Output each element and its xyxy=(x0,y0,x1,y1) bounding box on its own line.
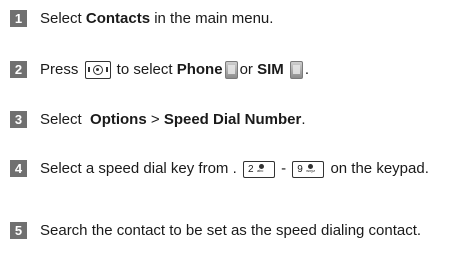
key-9-icon: 9 wxyz xyxy=(292,160,325,178)
menu-speed-dial-number: Speed Dial Number xyxy=(163,111,302,128)
step-text: Press to select Phone or SIM . xyxy=(40,61,310,80)
step-number: 1 xyxy=(10,10,27,27)
step-text: Search the contact to be set as the spee… xyxy=(40,222,422,239)
option-sim: SIM xyxy=(257,61,284,78)
key-2-icon: 2 abc xyxy=(242,160,275,178)
step-number: 3 xyxy=(10,111,27,128)
step-text: Select Contacts in the main menu. xyxy=(40,10,274,27)
menu-options: Options xyxy=(90,111,147,128)
menu-contacts: Contacts xyxy=(85,10,151,27)
step-number: 4 xyxy=(10,160,27,177)
step-text: Select a speed dial key from . 2 abc - 9w… xyxy=(40,160,429,178)
step-text: Select Options > Speed Dial Number. xyxy=(40,111,306,128)
sim-card-icon xyxy=(289,61,303,80)
step-number: 5 xyxy=(10,222,27,239)
navigation-key-icon xyxy=(84,61,111,80)
option-phone: Phone xyxy=(176,61,223,78)
phone-memory-icon xyxy=(224,61,238,80)
step-number: 2 xyxy=(10,61,27,78)
